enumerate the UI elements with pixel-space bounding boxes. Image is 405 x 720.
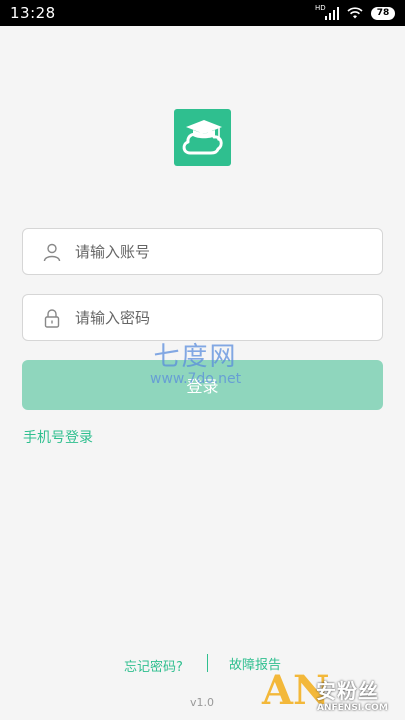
account-input[interactable] xyxy=(75,229,382,274)
brand-watermark: AN 安粉丝 ANFENSI.COM xyxy=(262,669,405,720)
hd-signal-icon: HD xyxy=(315,4,339,20)
status-icons: HD 78 xyxy=(315,4,395,23)
watermark-brand-letters: AN xyxy=(262,667,330,714)
user-icon xyxy=(42,242,62,262)
login-screen: 13:28 HD 78 请输入账号 登录 七度网 www.7do.net 手机号… xyxy=(0,0,405,720)
report-issue-link[interactable]: 故障报告 xyxy=(229,654,281,673)
password-field[interactable] xyxy=(22,294,383,341)
watermark-brand-cn: 安粉丝 xyxy=(316,679,379,703)
graduation-cap-cloud-icon xyxy=(174,109,231,166)
wifi-icon xyxy=(347,4,363,23)
password-input[interactable] xyxy=(75,295,382,340)
footer-links: 忘记密码? 故障报告 xyxy=(0,654,405,675)
forgot-password-link[interactable]: 忘记密码? xyxy=(124,656,183,675)
phone-login-link[interactable]: 手机号登录 xyxy=(23,427,93,447)
watermark-brand-en: ANFENSI.COM xyxy=(317,703,388,713)
account-field[interactable] xyxy=(22,228,383,275)
version-text: v1.0 xyxy=(190,696,215,709)
lock-icon xyxy=(42,308,62,328)
network-label: HD xyxy=(315,4,326,12)
status-bar: 13:28 HD 78 xyxy=(0,0,405,26)
status-time: 13:28 xyxy=(10,4,56,22)
footer-divider xyxy=(207,654,208,672)
login-button[interactable]: 登录 xyxy=(22,360,383,410)
battery-icon: 78 xyxy=(371,6,395,20)
